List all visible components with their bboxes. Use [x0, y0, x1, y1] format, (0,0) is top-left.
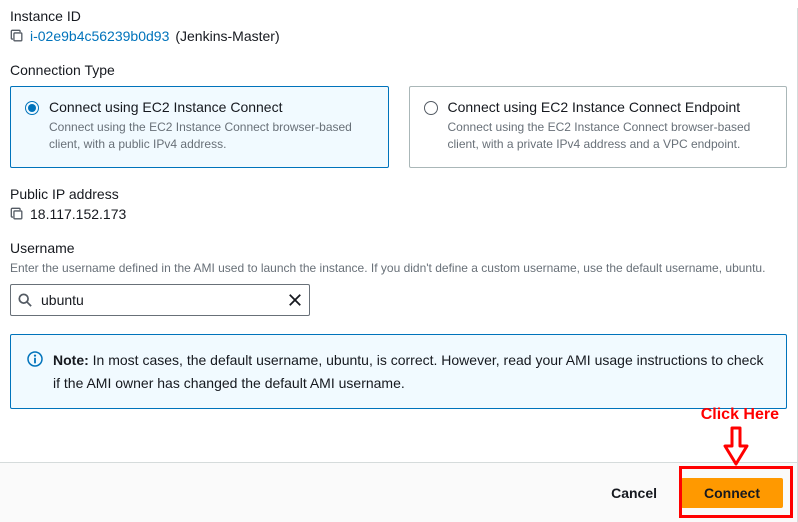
ec2-instance-connect-panel: Instance ID i-02e9b4c56239b0d93 (Jenkins…	[0, 8, 798, 522]
note-text: Note: In most cases, the default usernam…	[53, 349, 770, 394]
annotation-arrow-icon	[721, 426, 751, 466]
note-box: Note: In most cases, the default usernam…	[10, 334, 787, 409]
public-ip-label: Public IP address	[10, 186, 787, 202]
copy-icon[interactable]	[10, 207, 24, 221]
connection-option-desc: Connect using the EC2 Instance Connect b…	[49, 119, 374, 153]
note-body: In most cases, the default username, ubu…	[53, 352, 763, 390]
search-icon	[18, 293, 32, 307]
instance-id-label: Instance ID	[10, 8, 787, 24]
connection-option-title: Connect using EC2 Instance Connect Endpo…	[448, 99, 773, 115]
instance-id-link[interactable]: i-02e9b4c56239b0d93	[30, 28, 169, 44]
connect-button[interactable]: Connect	[681, 478, 783, 508]
public-ip-row: 18.117.152.173	[10, 206, 787, 222]
instance-id-row: i-02e9b4c56239b0d93 (Jenkins-Master)	[10, 28, 787, 44]
username-input[interactable]	[10, 284, 310, 316]
radio-icon	[25, 101, 39, 115]
note-prefix: Note:	[53, 352, 89, 368]
connection-type-label: Connection Type	[10, 62, 787, 78]
connection-option-ec2-instance-connect-endpoint[interactable]: Connect using EC2 Instance Connect Endpo…	[409, 86, 788, 168]
connection-type-options: Connect using EC2 Instance Connect Conne…	[10, 86, 787, 168]
footer: Cancel Connect	[0, 462, 797, 522]
connection-option-title: Connect using EC2 Instance Connect	[49, 99, 374, 115]
radio-icon	[424, 101, 438, 115]
connection-option-desc: Connect using the EC2 Instance Connect b…	[448, 119, 773, 153]
copy-icon[interactable]	[10, 29, 24, 43]
public-ip-value: 18.117.152.173	[30, 206, 126, 222]
instance-name: (Jenkins-Master)	[175, 28, 279, 44]
clear-icon[interactable]	[288, 293, 302, 307]
cancel-button[interactable]: Cancel	[601, 479, 667, 507]
connection-option-ec2-instance-connect[interactable]: Connect using EC2 Instance Connect Conne…	[10, 86, 389, 168]
username-label: Username	[10, 240, 787, 256]
info-icon	[27, 351, 43, 367]
username-desc: Enter the username defined in the AMI us…	[10, 260, 787, 277]
